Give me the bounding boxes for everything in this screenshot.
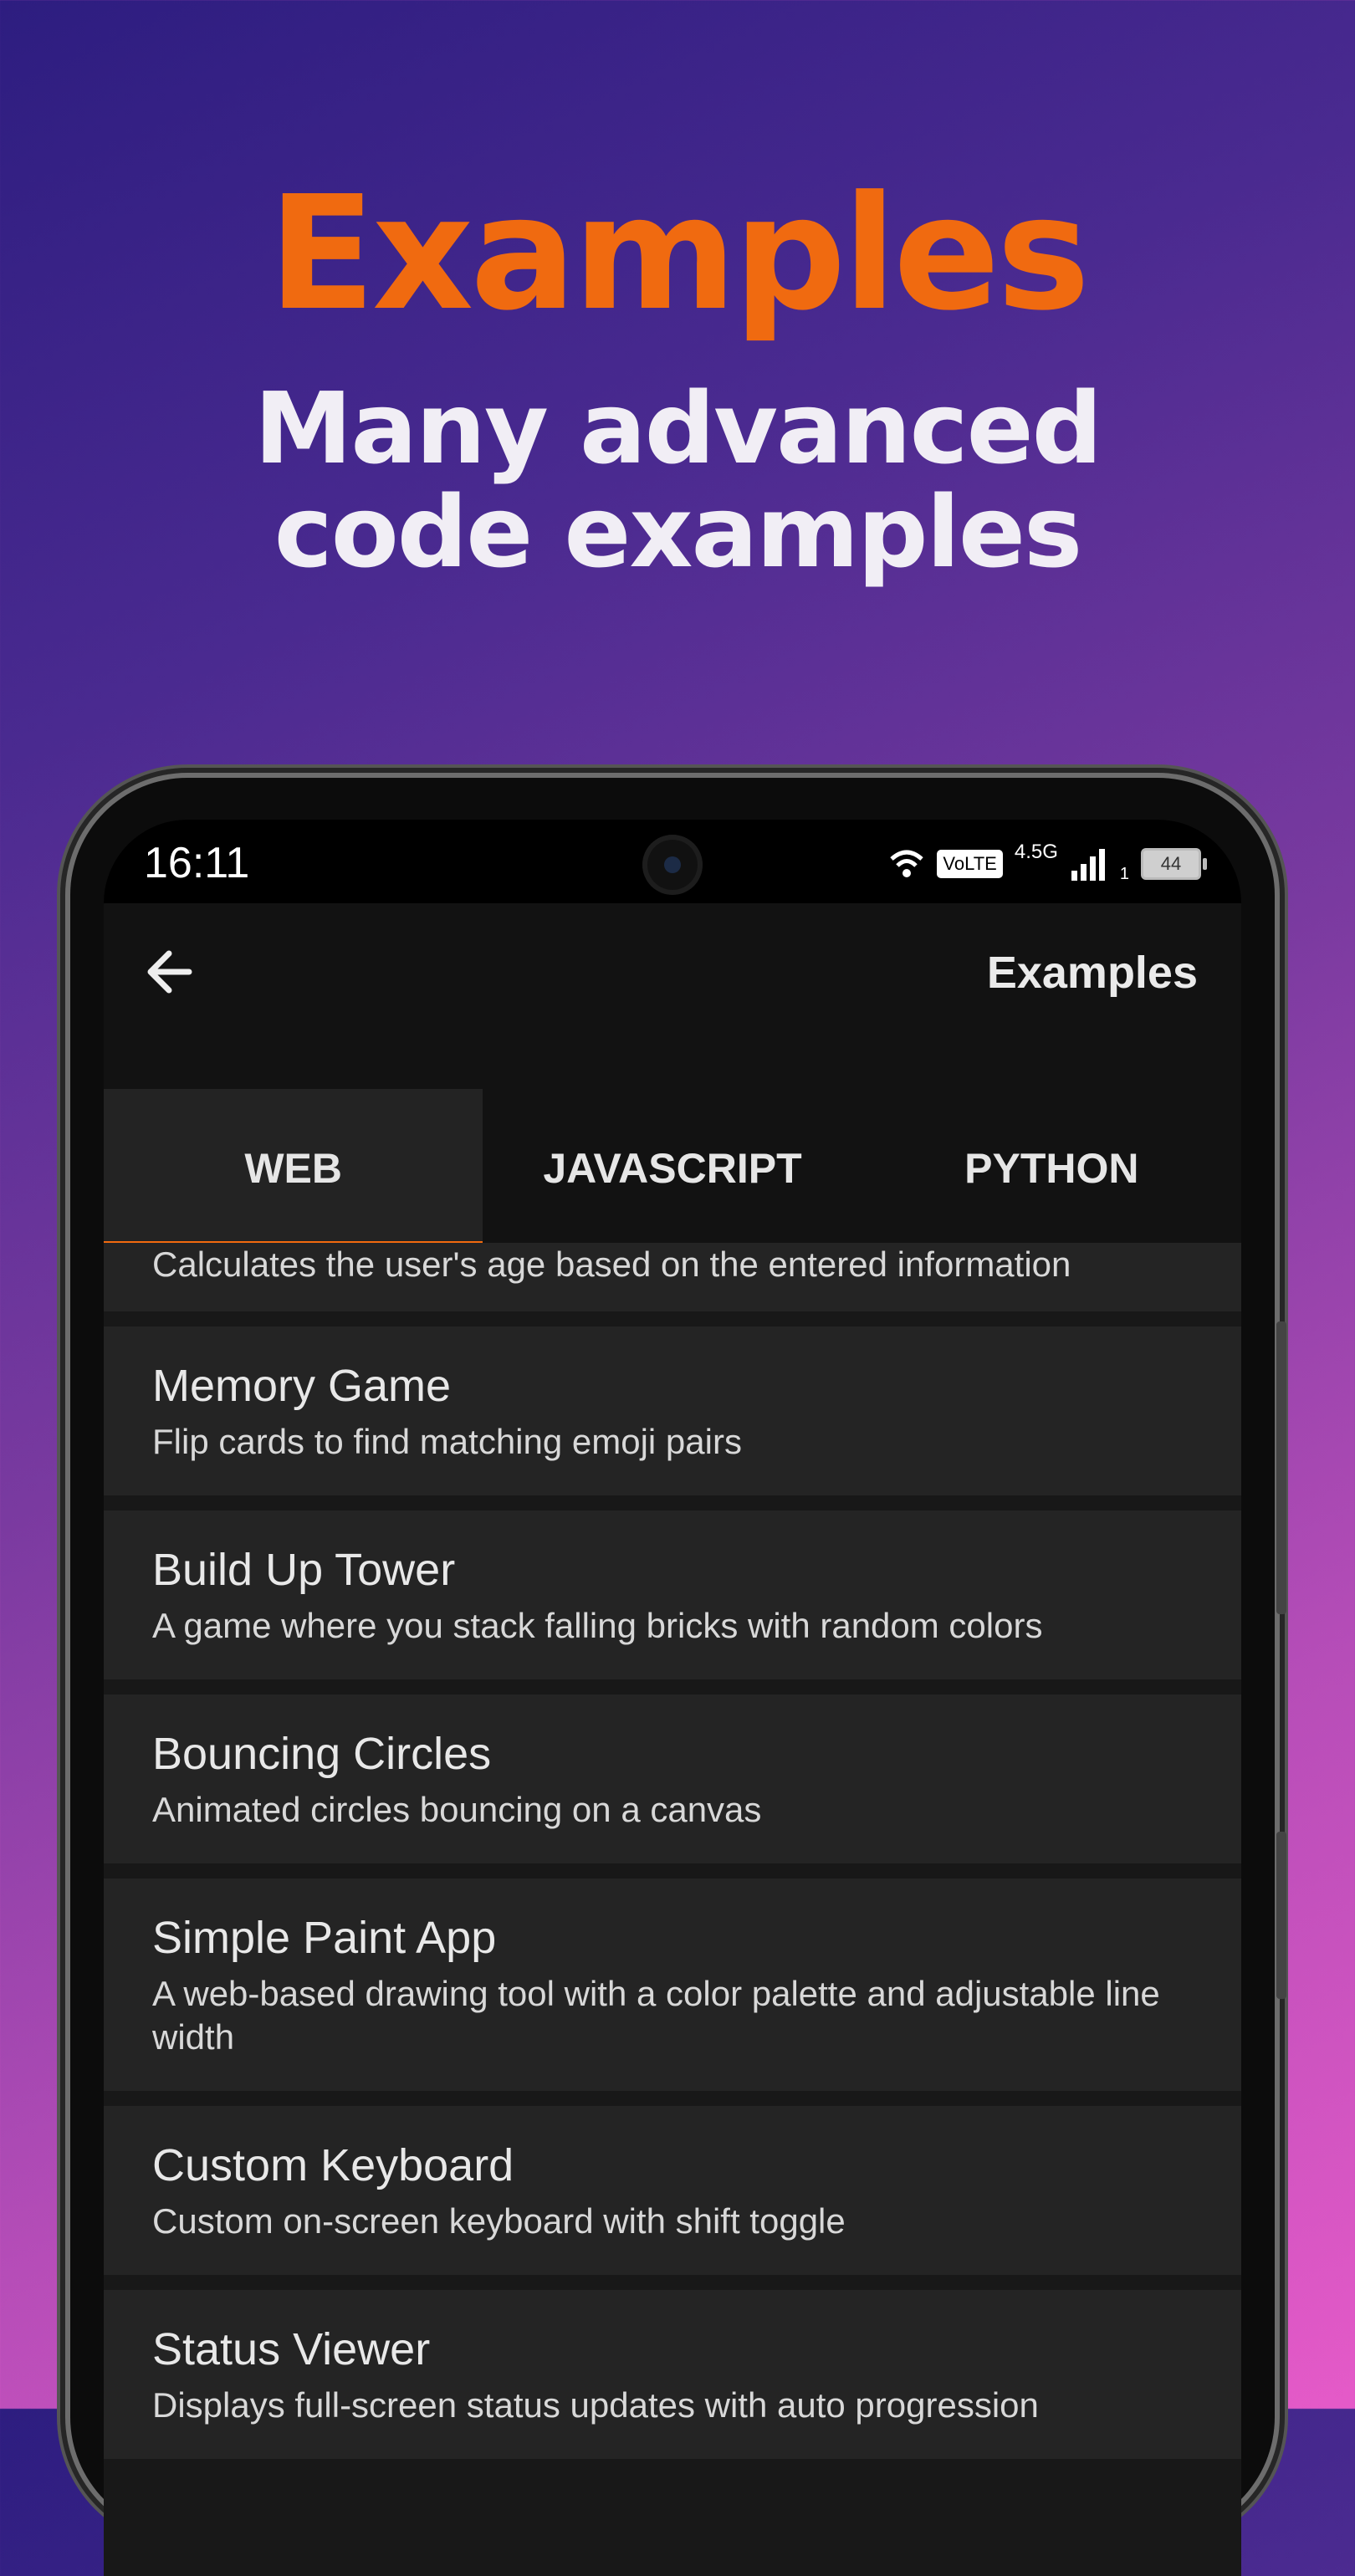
phone-screen: 16:11 VoLTE 4.5G 1 44 Examples WEB JAVAS… — [104, 820, 1241, 2576]
list-item[interactable]: Calculates the user's age based on the e… — [104, 1243, 1241, 1311]
tab-javascript[interactable]: JAVASCRIPT — [483, 1089, 862, 1248]
list-item[interactable]: Status Viewer Displays full-screen statu… — [104, 2290, 1241, 2459]
list-item-desc: Animated circles bouncing on a canvas — [152, 1790, 762, 1829]
power-button — [1276, 1832, 1286, 1999]
list-item-desc: Flip cards to find matching emoji pairs — [152, 1422, 742, 1461]
list-item-desc: Displays full-screen status updates with… — [152, 2385, 1039, 2425]
battery-icon: 44 — [1141, 848, 1207, 880]
arrow-left-icon[interactable] — [137, 938, 204, 1005]
status-time: 16:11 — [144, 839, 250, 887]
sim-slot: 1 — [1119, 864, 1129, 883]
tab-bar: WEB JAVASCRIPT PYTHON — [104, 1089, 1241, 1248]
list-item-title: Bouncing Circles — [152, 1729, 492, 1779]
tab-python[interactable]: PYTHON — [862, 1089, 1241, 1248]
hero-subtitle-line2: code examples — [274, 474, 1083, 590]
list-item-desc: A game where you stack falling bricks wi… — [152, 1606, 1043, 1645]
status-icons: VoLTE 4.5G 1 44 — [888, 841, 1207, 885]
status-bar: 16:11 VoLTE 4.5G 1 44 — [104, 820, 1241, 903]
list-item-title: Build Up Tower — [152, 1545, 456, 1595]
examples-list: Calculates the user's age based on the e… — [104, 1243, 1241, 2474]
list-item-title: Custom Keyboard — [152, 2140, 514, 2190]
list-item-title: Memory Game — [152, 1361, 452, 1411]
hero-subtitle-line1: Many advanced — [253, 371, 1102, 486]
volume-button — [1276, 1321, 1286, 1614]
front-camera — [642, 835, 703, 895]
list-item-desc: Custom on-screen keyboard with shift tog… — [152, 2201, 846, 2241]
list-item[interactable]: Build Up Tower A game where you stack fa… — [104, 1510, 1241, 1679]
network-type: 4.5G — [1014, 841, 1058, 863]
signal-icon — [1071, 849, 1105, 881]
list-item[interactable]: Simple Paint App A web-based drawing too… — [104, 1878, 1241, 2091]
app-bar: Examples — [104, 903, 1241, 1089]
page-title: Examples — [986, 948, 1198, 998]
tab-web[interactable]: WEB — [104, 1089, 483, 1248]
phone-frame: 16:11 VoLTE 4.5G 1 44 Examples WEB JAVAS… — [70, 778, 1286, 2576]
hero-subtitle: Many advanced code examples — [0, 376, 1355, 584]
battery-level: 44 — [1160, 853, 1182, 874]
list-item-desc: Calculates the user's age based on the e… — [152, 1245, 1071, 1284]
list-item-desc: A web-based drawing tool with a color pa… — [152, 1974, 1160, 2057]
list-item-title: Simple Paint App — [152, 1913, 497, 1963]
wifi-icon — [890, 850, 924, 877]
volte-badge: VoLTE — [937, 850, 1003, 878]
list-item-title: Status Viewer — [152, 2324, 431, 2374]
hero-title: Examples — [268, 162, 1091, 345]
list-item[interactable]: Custom Keyboard Custom on-screen keyboar… — [104, 2106, 1241, 2275]
list-item[interactable]: Memory Game Flip cards to find matching … — [104, 1326, 1241, 1495]
list-item[interactable]: Bouncing Circles Animated circles bounci… — [104, 1694, 1241, 1863]
